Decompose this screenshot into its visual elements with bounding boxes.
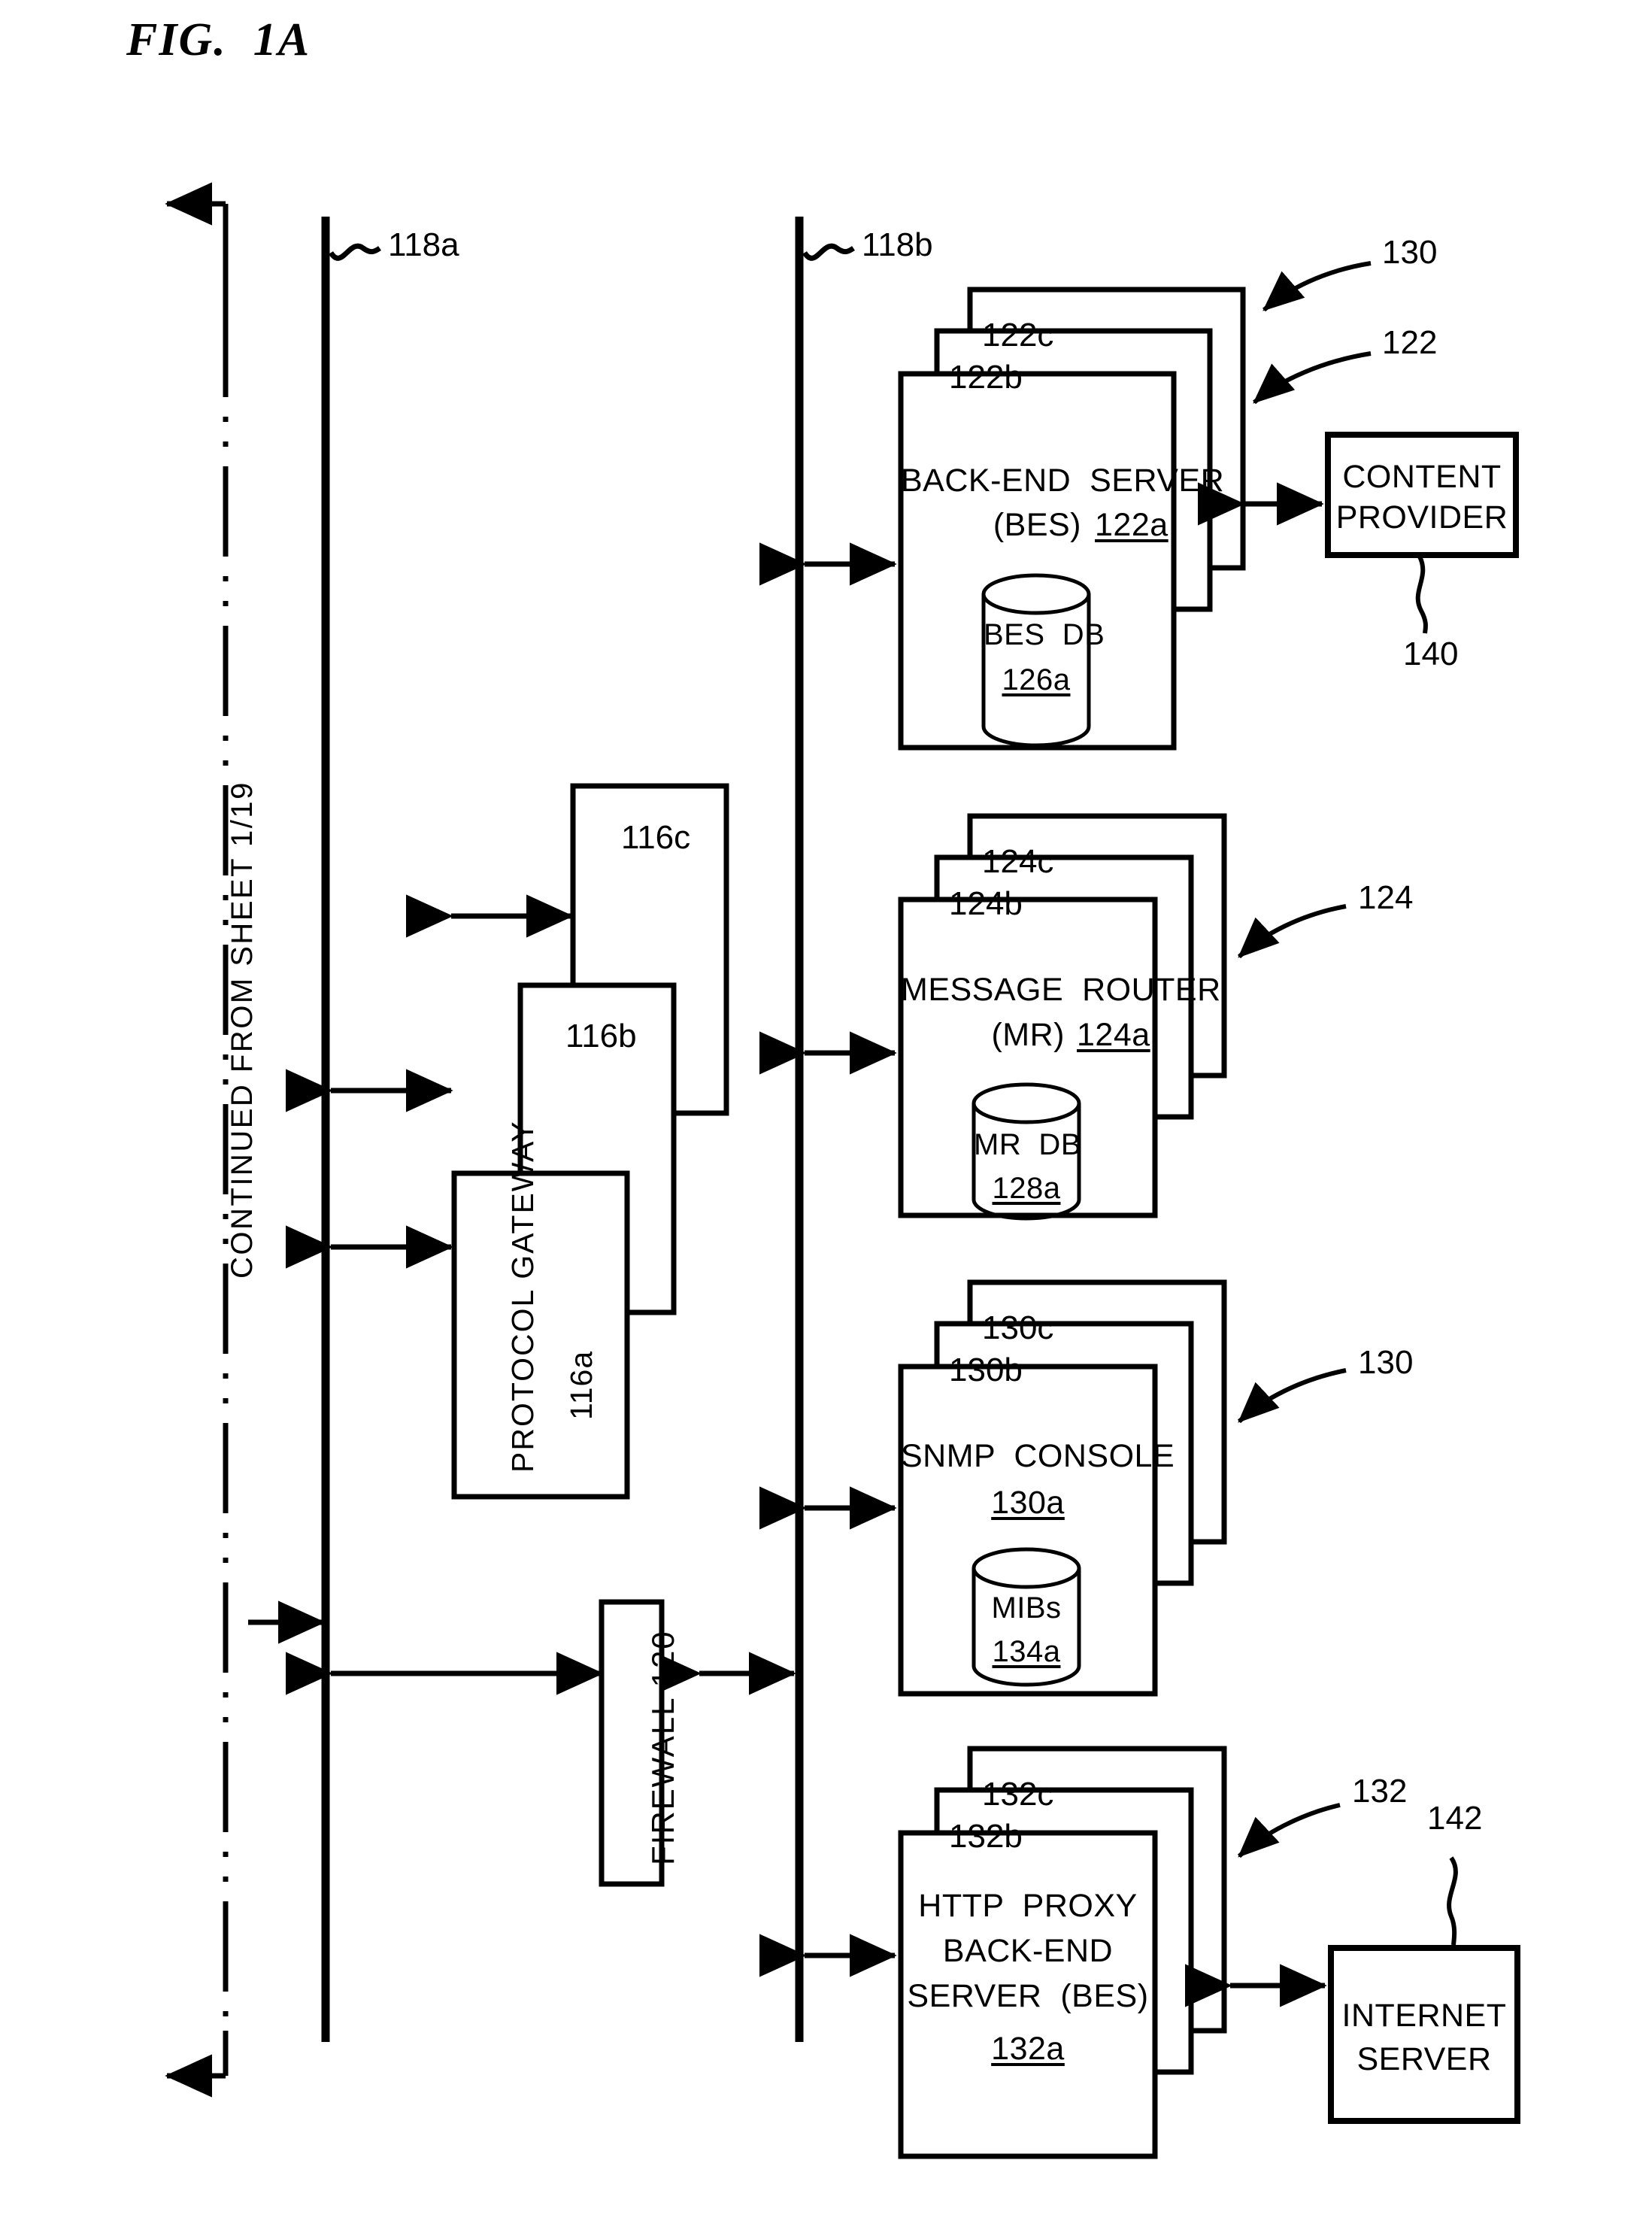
mr-db-ref-128a: 128a	[992, 1172, 1061, 1205]
bes-title-line1: BACK-END SERVER	[901, 463, 1225, 499]
label-118b: 118b	[862, 226, 933, 263]
callout-arc-124	[1237, 904, 1347, 959]
snmp-front-ref-130a: 130a	[991, 1485, 1065, 1521]
callout-arc-130-top	[1262, 261, 1372, 312]
snmp-middle-ref-130b: 130b	[949, 1352, 1023, 1388]
httpproxy-back-ref-132c: 132c	[982, 1776, 1054, 1813]
snmp-title-line1: SNMP CONSOLE	[901, 1438, 1175, 1474]
pg-back-ref-116c: 116c	[621, 819, 691, 856]
content-provider-line2: PROVIDER	[1335, 499, 1508, 535]
continuation-bracket	[165, 182, 229, 2098]
figure-title: FIG. 1A	[126, 14, 311, 65]
bes-db-ref-126a: 126a	[1002, 663, 1071, 696]
callout-label-122: 122	[1382, 324, 1438, 361]
mr-back-ref-124c: 124c	[982, 843, 1054, 880]
pg-front-label: PROTOCOL GATEWAY	[505, 1120, 540, 1473]
callout-label-124: 124	[1358, 879, 1414, 916]
httpproxy-middle-ref-132b: 132b	[949, 1818, 1023, 1855]
continued-from-sheet-label: CONTINUED FROM SHEET 1/19	[226, 781, 259, 1279]
httpproxy-title-line1: HTTP PROXY	[918, 1888, 1138, 1924]
callout-label-142: 142	[1427, 1800, 1483, 1837]
httpproxy-title-line3: SERVER (BES)	[907, 1978, 1149, 2014]
callout-arc-130-snmp	[1237, 1368, 1347, 1424]
mr-title-line1: MESSAGE ROUTER	[901, 972, 1221, 1008]
mr-front-ref-124a: 124a	[1077, 1017, 1150, 1053]
callout-arc-122	[1253, 351, 1372, 405]
content-provider-ref-140: 140	[1403, 636, 1459, 672]
mibs-db-name: MIBs	[991, 1591, 1062, 1625]
internet-server-line1: INTERNET	[1341, 1998, 1507, 2034]
pg-middle-ref-116b: 116b	[565, 1018, 637, 1054]
bes-middle-ref-122b: 122b	[949, 359, 1023, 396]
content-provider-line1: CONTENT	[1342, 459, 1502, 495]
mr-db-name: MR DB	[974, 1128, 1081, 1161]
callout-label-130-top: 130	[1382, 234, 1438, 271]
firewall-label: FIREWALL 120	[645, 1630, 681, 1865]
bes-back-ref-122c: 122c	[982, 317, 1054, 353]
pg-front-ref-116a: 116a	[564, 1350, 599, 1420]
snmp-back-ref-130c: 130c	[982, 1309, 1054, 1346]
httpproxy-title-line2: BACK-END	[942, 1933, 1114, 1969]
bes-front-ref-122a: 122a	[1095, 507, 1169, 543]
patent-figure-1a: FIG. 1A CONTINUED FROM SHEET 1/19 118a 1…	[0, 0, 1652, 2233]
internet-server-line2: SERVER	[1356, 2041, 1492, 2077]
callout-label-132: 132	[1352, 1773, 1408, 1810]
label-118a: 118a	[388, 226, 459, 263]
bes-db-name: BES DB	[984, 618, 1105, 651]
bes-title-line2: (BES)	[993, 507, 1081, 543]
httpproxy-front-ref-132a: 132a	[991, 2031, 1065, 2067]
mr-middle-ref-124b: 124b	[949, 885, 1023, 922]
mibs-db-ref-134a: 134a	[992, 1635, 1061, 1668]
callout-arc-132	[1237, 1803, 1341, 1858]
mr-title-line2: (MR)	[991, 1017, 1065, 1053]
callout-label-130-snmp: 130	[1358, 1344, 1414, 1381]
